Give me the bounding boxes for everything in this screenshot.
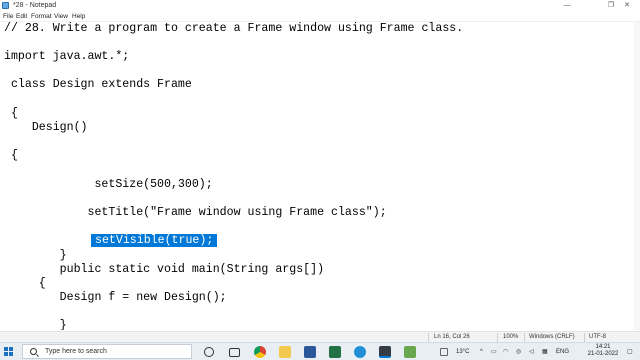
menu-format[interactable]: Format [31,11,52,22]
menu-edit[interactable]: Edit [16,11,27,22]
code-line-comment: // 28. Write a program to create a Frame… [4,22,464,35]
code-line-new-design: Design f = new Design(); [4,291,227,304]
code-line-setvisible: setVisible(true); [91,234,218,248]
status-divider [497,333,498,342]
volume-icon[interactable]: ◁ [529,343,534,360]
taskbar-search-input[interactable]: Type here to search [22,344,192,359]
weather-icon[interactable] [440,348,448,356]
code-line-open-brace-2: { [4,149,18,162]
temperature-label[interactable]: 13°C [456,343,469,360]
title-bar: *28 - Notepad — ❐ ✕ [0,0,640,11]
code-line-open-brace-3: { [4,277,46,290]
battery-icon[interactable]: ▭ [491,343,497,360]
status-divider [584,333,585,342]
code-line-constructor: Design() [4,121,88,134]
photos-icon[interactable] [404,346,416,358]
code-line-close-brace-2: } [4,319,67,330]
close-button[interactable]: ✕ [614,0,640,11]
minimize-button[interactable]: — [554,0,580,11]
menu-bar: File Edit Format View Help [0,11,640,22]
search-placeholder: Type here to search [45,348,107,355]
notepad-app-icon [2,2,9,9]
code-line-main: public static void main(String args[]) [4,263,325,276]
notepad-taskbar-icon[interactable] [379,346,391,358]
language-indicator[interactable]: ENG [556,343,569,360]
search-icon [30,348,37,355]
system-clock[interactable]: 14:21 21-01-2022 [585,344,621,358]
taskbar: Type here to search 13°C ^ ▭ ◠ ◎ ◁ ▦ ENG… [0,342,640,360]
code-line-open-brace: { [4,107,18,120]
status-divider [524,333,525,342]
task-view-icon[interactable] [229,348,240,357]
code-line-import: import java.awt.*; [4,50,130,63]
status-bar: Ln 16, Col 26 100% Windows (CRLF) UTF-8 [0,331,640,342]
clock-time: 14:21 [595,344,611,350]
vertical-scrollbar[interactable] [634,22,640,330]
text-editor[interactable]: // 28. Write a program to create a Frame… [0,22,640,330]
clock-date: 21-01-2022 [587,351,619,357]
notification-icon[interactable]: ▢ [627,343,633,360]
network-icon[interactable]: ◠ [503,343,508,360]
menu-help[interactable]: Help [72,11,85,22]
file-explorer-icon[interactable] [279,346,291,358]
selected-text[interactable]: setVisible(true); [91,234,218,247]
keyboard-icon[interactable]: ▦ [542,343,548,360]
chrome-icon[interactable] [254,346,266,358]
status-divider [428,333,429,342]
globe-icon[interactable]: ◎ [516,343,521,360]
cortana-icon[interactable] [204,347,214,357]
window-title: *28 - Notepad [13,2,57,9]
code-line-close-brace: } [4,249,67,262]
windows-start-icon[interactable] [4,347,14,357]
excel-icon[interactable] [329,346,341,358]
menu-file[interactable]: File [3,11,13,22]
code-line-settitle: setTitle("Frame window using Frame class… [4,206,387,219]
menu-view[interactable]: View [54,11,68,22]
edge-icon[interactable] [354,346,366,358]
code-line-setsize: setSize(500,300); [4,178,213,191]
code-line-class-decl: class Design extends Frame [4,78,192,91]
word-icon[interactable] [304,346,316,358]
chevron-up-icon[interactable]: ^ [480,343,483,360]
